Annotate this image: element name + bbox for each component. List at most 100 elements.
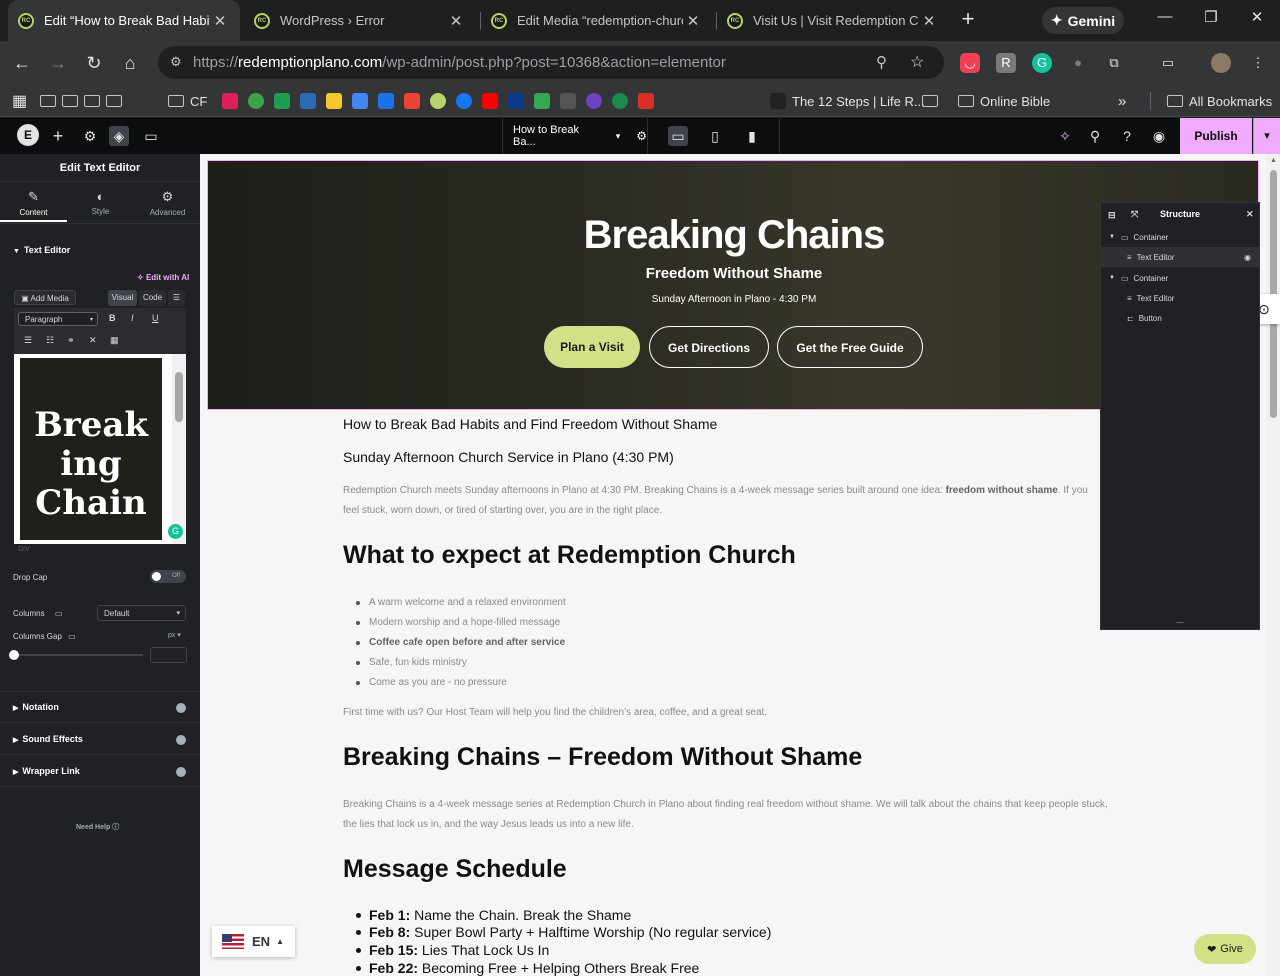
- bookmark-folder-icon[interactable]: [40, 92, 128, 110]
- structure-item-text-editor[interactable]: ≡ Text Editor: [1101, 288, 1259, 308]
- site-settings-icon[interactable]: ⚙: [80, 126, 100, 146]
- notifications-icon[interactable]: ✧: [1055, 126, 1075, 146]
- publish-button[interactable]: Publish: [1180, 118, 1252, 154]
- numbered-list-icon[interactable]: ☷: [46, 335, 54, 346]
- menu-icon[interactable]: ⋮: [1248, 53, 1268, 73]
- section-wrapper-link[interactable]: ▶ Wrapper Link: [13, 766, 80, 776]
- all-bookmarks[interactable]: All Bookmarks: [1150, 92, 1272, 110]
- bookmark-icon[interactable]: [508, 93, 524, 109]
- avatar[interactable]: [1211, 53, 1231, 73]
- facebook-icon[interactable]: [456, 93, 472, 109]
- slider-handle[interactable]: [9, 650, 19, 660]
- more-bookmarks-icon[interactable]: »: [1118, 92, 1126, 110]
- zoom-icon[interactable]: ⚲: [876, 53, 887, 71]
- cast-icon[interactable]: ▭: [1158, 53, 1178, 73]
- redemption-icon[interactable]: [430, 93, 446, 109]
- toolbar-toggle-icon[interactable]: ☰: [168, 290, 185, 306]
- microphone-icon[interactable]: ●: [1068, 53, 1088, 73]
- elementor-logo-icon[interactable]: E: [17, 124, 39, 146]
- bookmark-icon[interactable]: [638, 93, 654, 109]
- bookmark-icon[interactable]: [612, 93, 628, 109]
- tab-edit-post[interactable]: RC Edit “How to Break Bad Habits ✕: [8, 0, 240, 41]
- close-icon[interactable]: ✕: [210, 12, 230, 30]
- canvas-scrollbar[interactable]: ▲: [1266, 154, 1280, 976]
- close-icon[interactable]: ✕: [446, 12, 466, 30]
- docs-icon[interactable]: [352, 93, 368, 109]
- free-guide-button[interactable]: Get the Free Guide: [777, 326, 923, 368]
- keep-icon[interactable]: [326, 93, 342, 109]
- star-icon[interactable]: ☆: [910, 52, 924, 72]
- preview-eye-icon[interactable]: ◉: [1149, 126, 1169, 146]
- language-switcher[interactable]: EN ▲: [212, 926, 295, 957]
- structure-item-container[interactable]: ▼ ▭ Container: [1101, 227, 1259, 247]
- extension-r-icon[interactable]: R: [996, 53, 1016, 73]
- bookmark-icon[interactable]: [560, 93, 576, 109]
- columns-gap-slider[interactable]: [9, 650, 143, 660]
- apps-icon[interactable]: ▦: [12, 92, 27, 110]
- site-info-icon[interactable]: ⚙: [170, 54, 182, 70]
- minimize-button[interactable]: —: [1150, 8, 1180, 32]
- tab-advanced[interactable]: ⚙ Advanced: [134, 182, 201, 222]
- search-icon[interactable]: ⚲: [1085, 126, 1105, 146]
- grammarly-icon[interactable]: G: [168, 524, 183, 539]
- italic-icon[interactable]: I: [131, 313, 134, 323]
- structure-item-text-editor[interactable]: ≡ Text Editor ◉: [1101, 247, 1259, 267]
- close-icon[interactable]: ✕: [919, 12, 939, 30]
- get-directions-button[interactable]: Get Directions: [649, 326, 769, 368]
- help-icon[interactable]: ?: [1117, 126, 1137, 146]
- underline-icon[interactable]: U: [152, 313, 159, 323]
- table-icon[interactable]: ▦: [110, 335, 119, 346]
- extensions-icon[interactable]: ⧉: [1104, 53, 1124, 73]
- section-sound-effects[interactable]: ▶ Sound Effects: [13, 734, 83, 744]
- eye-icon[interactable]: ◉: [1244, 253, 1251, 262]
- close-icon[interactable]: ✕: [1246, 209, 1254, 220]
- code-tab[interactable]: Code: [139, 290, 166, 306]
- mobile-icon[interactable]: ▮: [742, 126, 762, 146]
- bookmark-icon[interactable]: [300, 93, 316, 109]
- tab-visit-us[interactable]: RC Visit Us | Visit Redemption Chu ✕: [717, 0, 949, 41]
- slack-icon[interactable]: [222, 93, 238, 109]
- sheets-icon[interactable]: [534, 93, 550, 109]
- section-notation[interactable]: ▶ Notation: [13, 702, 59, 712]
- visual-editor-area[interactable]: Break ing Chain G: [14, 354, 186, 544]
- gear-icon[interactable]: ⚙: [636, 129, 647, 143]
- new-tab-button[interactable]: +: [957, 8, 979, 31]
- structure-item-container[interactable]: ▼ ▭ Container: [1101, 268, 1259, 288]
- resize-handle[interactable]: —: [1101, 619, 1259, 626]
- reload-button[interactable]: ↻: [82, 51, 106, 75]
- page-selector[interactable]: How to Break Ba... ▾ ⚙: [502, 118, 648, 154]
- forward-button[interactable]: →: [46, 51, 70, 75]
- visual-tab[interactable]: Visual: [108, 290, 137, 306]
- columns-gap-input[interactable]: [150, 647, 187, 663]
- restore-button[interactable]: ❐: [1196, 8, 1226, 32]
- bookmark-icon[interactable]: [274, 93, 290, 109]
- publish-options-chevron-icon[interactable]: ▾: [1253, 118, 1280, 154]
- youtube-icon[interactable]: [482, 93, 498, 109]
- bookmark-online-bible[interactable]: Online Bible: [958, 92, 1050, 110]
- bookmark-folder[interactable]: [922, 92, 944, 110]
- tab-edit-media[interactable]: RC Edit Media “redemption-church ✕: [481, 0, 713, 41]
- tab-content[interactable]: ✎ Content: [0, 182, 67, 222]
- add-media-button[interactable]: ▣ Add Media: [14, 290, 76, 305]
- bookmark-12-steps[interactable]: The 12 Steps | Life R...: [770, 92, 925, 110]
- unit-select[interactable]: px ▾: [168, 631, 181, 639]
- gmail-icon[interactable]: [404, 93, 420, 109]
- scrollbar[interactable]: [172, 354, 186, 544]
- drop-cap-toggle[interactable]: Off: [150, 570, 186, 583]
- tablet-icon[interactable]: ▯: [705, 126, 725, 146]
- bookmark-icon[interactable]: [248, 93, 264, 109]
- home-icon[interactable]: ⌂: [118, 51, 142, 75]
- plan-a-visit-button[interactable]: Plan a Visit: [544, 326, 640, 368]
- tab-style[interactable]: ◐ Style: [67, 182, 134, 222]
- add-element-icon[interactable]: +: [48, 126, 68, 146]
- address-bar[interactable]: ⚙ https:// redemptionplano.com /wp-admin…: [158, 46, 944, 79]
- bookmark-icon[interactable]: [586, 93, 602, 109]
- bullet-list-icon[interactable]: ☰: [24, 335, 32, 346]
- section-text-editor[interactable]: ▼ Text Editor: [13, 245, 70, 255]
- back-button[interactable]: ←: [10, 51, 34, 75]
- format-select[interactable]: Paragraph ▾: [18, 312, 98, 326]
- comments-icon[interactable]: ▭: [141, 126, 161, 146]
- structure-item-button[interactable]: ⊏ Button: [1101, 308, 1259, 328]
- grammarly-icon[interactable]: G: [1032, 53, 1052, 73]
- close-icon[interactable]: ✕: [683, 12, 703, 30]
